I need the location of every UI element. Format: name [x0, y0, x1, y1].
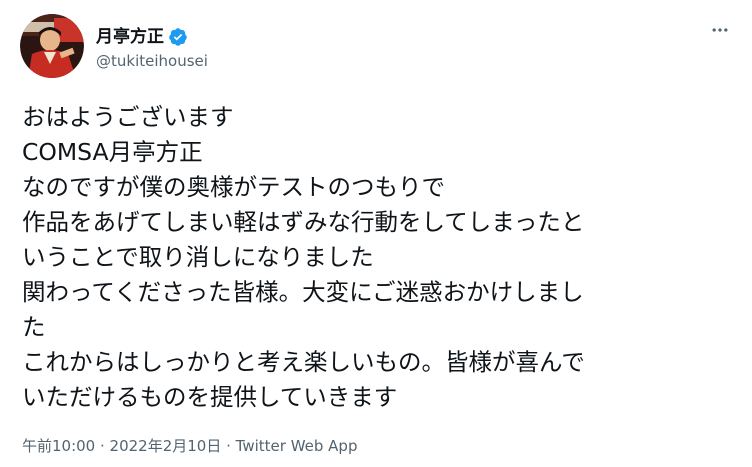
- verified-badge-icon: [168, 27, 188, 47]
- more-options-icon[interactable]: [708, 18, 732, 42]
- profile-avatar[interactable]: [20, 14, 84, 78]
- tweet-card: 月亭方正 @tukiteihousei おはようございます COMSA月亭方正 …: [0, 0, 752, 467]
- user-handle[interactable]: @tukiteihousei: [96, 52, 208, 70]
- meta-separator: ·: [221, 437, 236, 455]
- display-name[interactable]: 月亭方正: [96, 26, 164, 48]
- user-block: 月亭方正 @tukiteihousei: [96, 26, 208, 70]
- tweet-header: 月亭方正 @tukiteihousei: [20, 14, 208, 80]
- tweet-meta: 午前10:00 · 2022年2月10日 · Twitter Web App: [22, 436, 357, 456]
- tweet-text: おはようございます COMSA月亭方正 なのですが僕の奥様がテストのつもりで 作…: [22, 103, 585, 411]
- tweet-source[interactable]: Twitter Web App: [236, 437, 358, 455]
- name-row: 月亭方正: [96, 26, 208, 48]
- tweet-timestamp[interactable]: 午前10:00 · 2022年2月10日: [22, 437, 221, 455]
